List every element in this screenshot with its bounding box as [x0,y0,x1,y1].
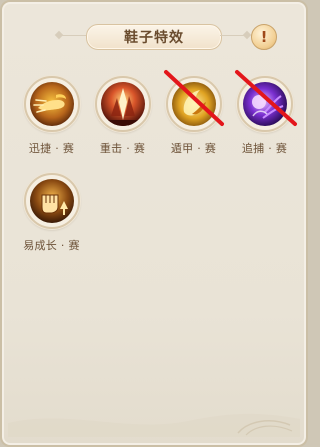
effect-label: 追捕 · 赛 [241,142,288,155]
effect-item-xunjie[interactable]: 迅捷 · 赛 [16,76,87,156]
smash-icon [100,82,145,126]
effect-label: 易成长 · 赛 [23,239,80,252]
effect-label: 遁甲 · 赛 [170,142,217,155]
effect-label: 迅捷 · 赛 [28,142,75,155]
chase-icon [242,82,287,126]
effect-item-dunjia[interactable]: 遁甲 · 赛 [158,70,229,156]
shield-icon [171,82,216,126]
title-ornament-left [60,35,86,36]
panel-title: 鞋子特效 [86,24,222,50]
effect-icon-frame [163,70,224,132]
info-button[interactable]: ! [251,24,277,50]
effect-item-zhuibu[interactable]: 追捕 · 赛 [229,70,300,156]
effect-item-zhongji[interactable]: 重击 · 赛 [87,76,158,156]
effect-icon-frame [23,173,80,229]
dash-icon [29,82,74,126]
bottom-decoration [8,413,300,437]
effect-label: 重击 · 赛 [99,142,146,155]
exclamation-icon: ! [260,28,268,46]
effects-grid: 迅捷 · 赛 重击 · 赛 遁甲 · 赛 追捕 · 赛 易成长 · 赛 [16,70,300,253]
title-ornament-right [220,35,246,36]
growth-fist-icon [29,179,74,223]
effect-icon-frame [23,76,80,132]
effect-icon-frame [94,76,151,132]
effect-item-yichengzhang[interactable]: 易成长 · 赛 [16,173,87,253]
shoe-effects-panel: 鞋子特效 ! 迅捷 · 赛 重击 · 赛 遁甲 · 赛 追捕 · 赛 易成长 ·… [0,0,308,447]
effect-icon-frame [234,70,297,132]
